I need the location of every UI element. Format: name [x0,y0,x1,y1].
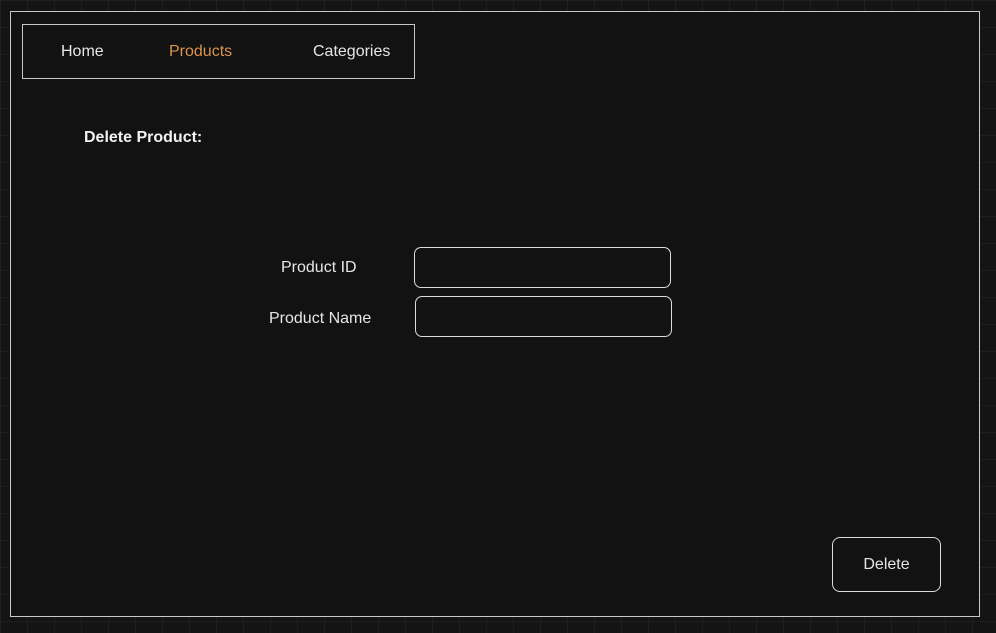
nav-item-products[interactable]: Products [169,43,232,61]
product-name-input[interactable] [415,296,672,337]
page-title: Delete Product: [84,129,203,146]
product-id-label: Product ID [281,259,357,276]
product-id-input[interactable] [414,247,671,288]
nav-item-categories[interactable]: Categories [313,43,390,61]
top-navigation: Home Products Categories [22,24,415,79]
nav-item-home[interactable]: Home [61,43,104,61]
delete-button[interactable]: Delete [832,537,941,592]
product-name-label: Product Name [269,310,372,327]
